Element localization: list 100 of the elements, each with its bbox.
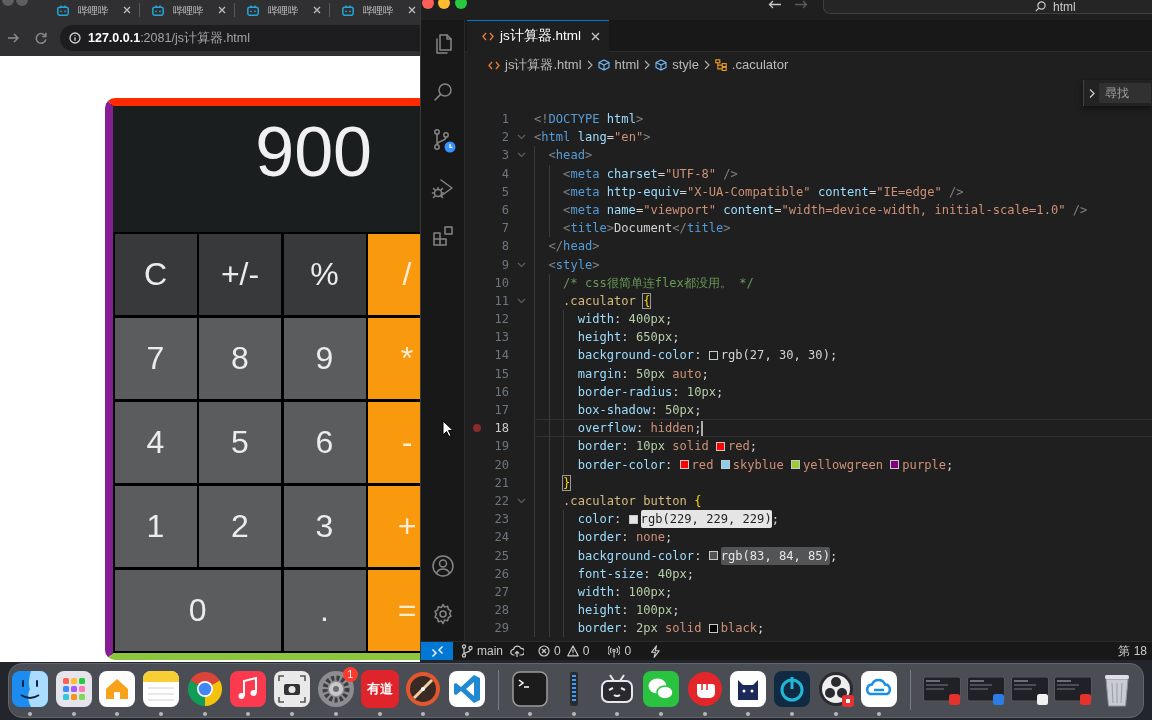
- chevron-right-icon: [586, 60, 593, 70]
- calculator-key[interactable]: 9: [283, 317, 366, 399]
- code-text: purple;: [902, 456, 954, 474]
- code-text: ;: [771, 511, 779, 529]
- cube-icon: [597, 59, 610, 71]
- notepad-icon[interactable]: [142, 670, 181, 708]
- line-number: 25: [493, 547, 509, 565]
- three-circle-logo-icon[interactable]: [816, 670, 855, 708]
- calculator-key[interactable]: 1: [114, 485, 197, 567]
- account-icon[interactable]: [430, 554, 455, 578]
- lightning-icon[interactable]: [649, 644, 662, 658]
- forward-arrow-icon[interactable]: [794, 0, 808, 9]
- fold-chevron-icon[interactable]: [517, 498, 526, 505]
- branch-button[interactable]: main: [461, 642, 503, 660]
- extensions-icon[interactable]: [430, 224, 455, 248]
- run-debug-icon[interactable]: [430, 176, 455, 200]
- breadcrumb-item[interactable]: html: [597, 55, 640, 75]
- gear-icon[interactable]: [316, 670, 355, 708]
- command-center[interactable]: html: [823, 0, 1152, 14]
- two-tone-face-icon[interactable]: [11, 670, 49, 708]
- code-text: width: 100px;: [577, 583, 673, 601]
- window-close-button[interactable]: [422, 0, 434, 9]
- cloud-icon[interactable]: [860, 670, 899, 708]
- broadcast-icon: [608, 644, 621, 658]
- remote-button[interactable]: [421, 642, 453, 660]
- breadcrumb-item[interactable]: .caculator: [714, 55, 789, 75]
- window-minimize-button[interactable]: [438, 0, 450, 9]
- calculator-key[interactable]: 8: [199, 317, 281, 399]
- app-logo[interactable]: 有道: [360, 670, 399, 708]
- tv-icon: [57, 4, 69, 16]
- reload-icon[interactable]: [35, 32, 47, 44]
- tv-icon: [152, 4, 164, 16]
- chevron-right-icon[interactable]: [1088, 87, 1096, 99]
- line-number: 14: [493, 347, 509, 365]
- fold-chevron-icon[interactable]: [517, 297, 526, 304]
- calculator-key[interactable]: .: [283, 569, 366, 651]
- cube-icon: [655, 59, 668, 71]
- line-number: 22: [493, 492, 509, 510]
- code-text: <meta http-equiv="X-UA-Compatible" content="IE=edge" />: [563, 183, 964, 201]
- house-icon[interactable]: [98, 670, 137, 708]
- terminal-icon[interactable]: [510, 670, 549, 708]
- close-icon[interactable]: [313, 6, 321, 14]
- mouse-pointer-icon: [442, 420, 454, 438]
- problems-button[interactable]: 0 0: [538, 642, 590, 660]
- calculator-key[interactable]: 6: [283, 401, 366, 483]
- browser-tab[interactable]: 哔哩哔: [235, 3, 330, 17]
- calculator-key[interactable]: 5: [199, 401, 281, 483]
- compass-icon[interactable]: [404, 670, 443, 708]
- chat-bubbles-icon[interactable]: [641, 670, 680, 708]
- calculator-key[interactable]: 2: [199, 485, 281, 567]
- fold-chevron-icon[interactable]: [517, 152, 526, 159]
- breadcrumb-item[interactable]: js计算器.html: [488, 55, 582, 75]
- cat-icon[interactable]: [729, 670, 768, 708]
- code-text: background-color:: [577, 347, 703, 365]
- line-number: 3: [500, 147, 509, 165]
- warning-icon: [566, 645, 579, 657]
- calculator-key[interactable]: 0: [114, 569, 281, 651]
- code-text: /* css很简单连flex都没用。 */: [563, 274, 754, 292]
- calculator-key[interactable]: 4: [114, 401, 197, 483]
- calculator-key[interactable]: C: [114, 233, 197, 315]
- calculator-key[interactable]: 7: [114, 317, 197, 399]
- close-icon[interactable]: [218, 6, 226, 14]
- camera-icon[interactable]: [273, 670, 312, 708]
- fold-chevron-icon[interactable]: [517, 261, 526, 268]
- code-icon: [482, 32, 494, 41]
- tricolor-circle-icon[interactable]: [185, 670, 224, 708]
- fist-icon[interactable]: [685, 670, 724, 708]
- browser-tab[interactable]: 哔哩哔: [140, 3, 235, 17]
- cloud-upload-icon[interactable]: [510, 644, 524, 658]
- line-number: 28: [493, 602, 509, 620]
- back-arrow-icon[interactable]: [768, 0, 782, 9]
- power-ring-icon[interactable]: [773, 670, 811, 708]
- window-zoom-button[interactable]: [455, 0, 467, 9]
- ribbon-logo-icon[interactable]: [447, 670, 486, 708]
- highlighted-color-value: rgb(83, 84, 85): [720, 546, 830, 565]
- music-note-icon[interactable]: [229, 670, 268, 708]
- line-number: 8: [500, 238, 509, 256]
- ports-button[interactable]: 0: [608, 642, 632, 660]
- find-input[interactable]: 尋找: [1099, 83, 1151, 103]
- fold-chevron-icon[interactable]: [517, 134, 526, 141]
- close-icon[interactable]: [123, 6, 131, 14]
- info-icon[interactable]: [69, 32, 81, 44]
- code-text: color:: [577, 511, 623, 529]
- code-text: <meta name="viewport" content="width=device-width, initial-scale=1.0" />: [563, 201, 1088, 219]
- close-icon[interactable]: [591, 32, 600, 41]
- calculator-key[interactable]: +/-: [199, 233, 281, 315]
- line-number: 6: [500, 201, 509, 219]
- browser-tab[interactable]: 哔哩哔: [45, 3, 140, 17]
- app-grid-icon[interactable]: [54, 670, 93, 708]
- calculator-key[interactable]: 3: [283, 485, 366, 567]
- cursor-position[interactable]: 第 18: [1118, 642, 1152, 660]
- breadcrumb-item[interactable]: style: [655, 55, 699, 75]
- code-text: </head>: [548, 238, 600, 256]
- calculator-key[interactable]: %: [283, 233, 366, 315]
- close-icon[interactable]: [408, 6, 416, 14]
- editor-tab[interactable]: js计算器.html: [467, 20, 609, 52]
- forward-arrow-icon[interactable]: [7, 33, 19, 43]
- address-field[interactable]: 127.0.0.1:2081/js计算器.html: [60, 25, 420, 51]
- line-number: 13: [493, 329, 509, 347]
- code-text: <meta charset="UTF-8" />: [563, 165, 738, 183]
